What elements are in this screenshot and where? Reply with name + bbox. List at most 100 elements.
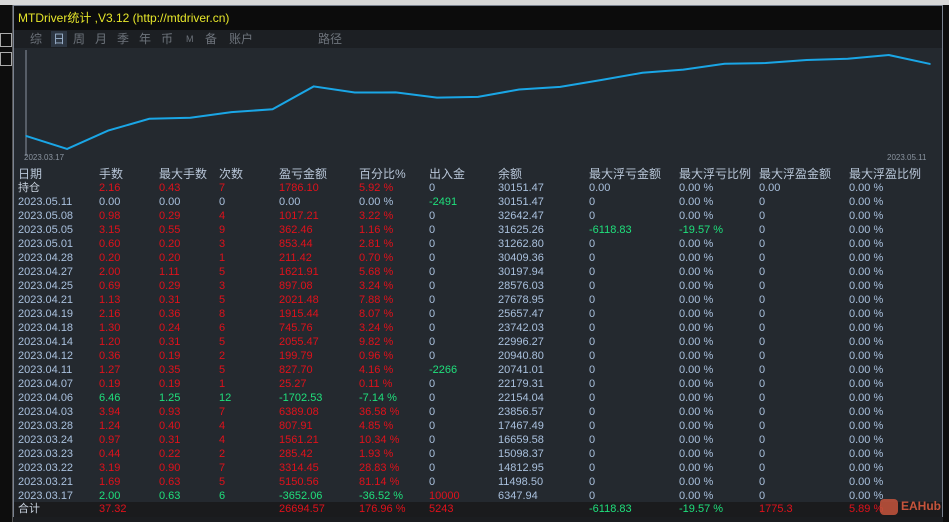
cell-col-1: 2.16	[99, 308, 121, 320]
cell-col-6: 0	[429, 322, 436, 334]
cell-col-9: 0.00 %	[679, 252, 714, 264]
tab-10[interactable]: 路径	[316, 31, 344, 47]
right-scrollbar[interactable]	[943, 5, 949, 522]
cell-col-3: 3	[219, 280, 226, 292]
balance-point	[189, 116, 192, 119]
tab-0[interactable]: 综	[28, 31, 44, 47]
cell-col-8: 0	[589, 238, 596, 250]
cell-col-4: 199.79	[279, 350, 313, 362]
cell-col-3: 7	[219, 182, 226, 194]
balance-point	[764, 62, 767, 64]
cell-col-9: 0.00 %	[679, 336, 714, 348]
cell-col-10: 0	[759, 448, 766, 460]
cell-col-2: 0.31	[159, 336, 181, 348]
cell-col-3: 1	[219, 378, 226, 390]
toolbar-button[interactable]	[0, 33, 12, 47]
cell-col-6: 出入金	[429, 167, 466, 181]
cell-col-10: 0	[759, 462, 766, 474]
cell-col-8: 0	[589, 336, 596, 348]
cell-col-6: 0	[429, 224, 436, 236]
cell-col-7: 31625.26	[498, 224, 544, 236]
cell-col-11: 0.00 %	[849, 266, 884, 278]
cell-col-1: 1.69	[99, 476, 121, 488]
cell-col-5: 81.14 %	[359, 476, 400, 488]
cell-col-10: 0	[759, 336, 766, 348]
cell-col-8: 0.00	[589, 182, 611, 194]
cell-col-0: 2023.04.07	[18, 378, 74, 390]
cell-col-8: 0	[589, 308, 596, 320]
cell-col-3: 1	[219, 252, 226, 264]
table-row: 2023.04.25 0.69 0.29 3 897.08 3.24 % 0 28576.03…	[14, 279, 942, 293]
tab-7[interactable]: M	[184, 31, 196, 47]
cell-col-0: 2023.04.28	[18, 252, 74, 264]
cell-col-8: -6118.83	[589, 224, 632, 236]
cell-col-11: 0.00 %	[849, 238, 884, 250]
stats-window: MTDriver统计 ,V3.12 (http://mtdriver.cn) 综…	[13, 5, 943, 517]
toolbar-button[interactable]	[0, 52, 12, 66]
tab-4[interactable]: 季	[115, 31, 131, 47]
cell-col-2: 0.43	[159, 182, 181, 194]
tab-3[interactable]: 月	[93, 31, 109, 47]
cell-col-11: 0.00 %	[849, 434, 884, 446]
table-row: 2023.03.24 0.97 0.31 4 1561.21 10.34 % 0 16659.…	[14, 433, 942, 447]
cell-col-0: 2023.03.17	[18, 490, 74, 502]
cell-col-7: 28576.03	[498, 280, 544, 292]
cell-col-1: 1.27	[99, 364, 121, 376]
cell-col-0: 2023.04.18	[18, 322, 74, 334]
balance-point	[600, 79, 603, 81]
tab-2[interactable]: 周	[71, 31, 87, 47]
cell-col-11: 0.00 %	[849, 490, 884, 502]
cell-col-1: 3.15	[99, 224, 121, 236]
cell-col-4: 211.42	[279, 252, 312, 264]
cell-col-5: 8.07 %	[359, 308, 394, 320]
cell-col-4: -3652.06	[279, 490, 323, 502]
cell-col-5: 7.88 %	[359, 294, 394, 306]
cell-col-0: 2023.04.11	[18, 364, 73, 376]
cell-col-9: 0.00 %	[679, 210, 714, 222]
cell-col-9: -19.57 %	[679, 224, 724, 236]
tab-5[interactable]: 年	[137, 31, 153, 47]
eahub-watermark: EAHub	[880, 495, 941, 517]
cell-col-0: 2023.04.03	[18, 406, 74, 418]
balance-point	[929, 63, 931, 65]
tab-6[interactable]: 币	[159, 31, 175, 47]
cell-col-5: 28.83 %	[359, 462, 400, 474]
cell-col-5: 0.70 %	[359, 252, 394, 264]
cell-col-4: -1702.53	[279, 392, 323, 404]
cell-col-9: 0.00 %	[679, 294, 714, 306]
cell-col-4: 1017.21	[279, 210, 319, 222]
total-label: 合计	[18, 503, 40, 515]
cell-col-10: 最大浮盈金额	[759, 167, 832, 181]
balance-point	[518, 88, 520, 91]
tab-9[interactable]: 账户	[227, 31, 255, 47]
cell-col-6: 0	[429, 182, 436, 194]
balance-chart	[25, 50, 931, 156]
balance-point	[559, 86, 561, 88]
cell-col-9: 0.00 %	[679, 378, 714, 390]
cell-col-4: 0.00	[279, 196, 301, 208]
cell-col-11: 0.00 %	[849, 210, 884, 222]
cell-col-11: 0.00 %	[849, 252, 884, 264]
cell-col-7: 23856.57	[498, 406, 544, 418]
table-row: 2023.04.28 0.20 0.20 1 211.42 0.70 % 0 30409.36…	[14, 251, 942, 265]
cell-col-9: 0.00 %	[679, 266, 714, 278]
cell-col-3: 5	[219, 364, 226, 376]
cell-col-8: 0	[589, 350, 596, 362]
cell-col-2: 0.29	[159, 210, 181, 222]
cell-col-3: 2	[219, 448, 226, 460]
cell-col-2: 0.22	[159, 448, 181, 460]
cell-col-5: 百分比%	[359, 167, 406, 181]
cell-col-7: 6347.94	[498, 490, 538, 502]
cell-col-5: 1.16 %	[359, 224, 394, 236]
cell-col-8: 0	[589, 420, 596, 432]
cell-col-1: 0.20	[99, 252, 121, 264]
tab-8[interactable]: 备	[203, 31, 219, 47]
cell-col-1: 2.00	[99, 266, 121, 278]
cell-col-11: 0.00 %	[849, 462, 884, 474]
cell-col-0: 2023.04.25	[18, 280, 74, 292]
cell-col-5: 3.24 %	[359, 322, 394, 334]
balance-point	[25, 135, 27, 137]
cell-col-0: 2023.03.22	[18, 462, 74, 474]
cell-col-7: 32642.47	[498, 210, 544, 222]
tab-1[interactable]: 日	[51, 31, 68, 47]
